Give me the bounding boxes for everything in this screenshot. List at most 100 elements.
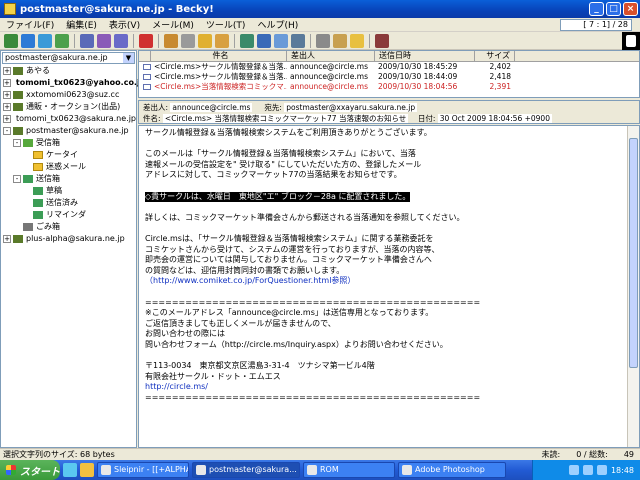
flag-icon[interactable] <box>198 33 212 48</box>
receive-mail-icon[interactable] <box>4 33 18 48</box>
sort-icon[interactable] <box>274 33 288 48</box>
column-header-size[interactable]: サイズ <box>475 51 515 61</box>
print-icon[interactable] <box>316 33 330 48</box>
folder-item[interactable]: + plus-alpha@sakura.ne.jp <box>1 233 136 245</box>
body-line: http://circle.ms/ <box>145 382 633 393</box>
folder-item[interactable]: ケータイ <box>1 149 136 161</box>
clock[interactable]: 18:48 <box>611 466 634 475</box>
collapse-icon[interactable]: - <box>3 127 11 135</box>
menu-bar: ファイル(F) 編集(E) 表示(V) メール(M) ツール(T) ヘルプ(H) [ 7 :… <box>0 18 640 32</box>
folder-item[interactable]: + xxtomomi0623@suz.cc <box>1 89 136 101</box>
folder-item[interactable]: + 通販・オークション(出品) <box>1 101 136 113</box>
to-value[interactable]: postmaster@xxayaru.sakura.ne.jp <box>284 103 418 112</box>
taskbar-task[interactable]: Sleipnir - [[+ALPHA... <box>97 462 189 478</box>
message-row[interactable]: <Circle.ms>当落情報検索コミックマ... announce@circle… <box>139 82 639 92</box>
address-book-icon[interactable] <box>333 33 347 48</box>
menu-item-0[interactable]: ファイル(F) <box>0 18 60 31</box>
menu-item-4[interactable]: ツール(T) <box>200 18 252 31</box>
folder-item[interactable]: + tomomi_tx0623@yahoo.co.jp <box>1 77 145 89</box>
expand-icon[interactable]: + <box>3 115 11 123</box>
quicklaunch-browser-icon[interactable] <box>63 463 77 477</box>
body-text: ご返信頂きましても正しくメールが届きませんので、 <box>145 318 336 328</box>
column-header-subject[interactable]: 件名 <box>151 51 287 61</box>
message-subject: <Circle.ms>当落情報検索コミックマ... <box>154 82 287 91</box>
settings-icon[interactable] <box>375 33 389 48</box>
body-link[interactable]: http://circle.ms/ <box>145 382 208 391</box>
network-icon[interactable] <box>568 465 579 475</box>
compose-icon[interactable] <box>80 33 94 48</box>
folder-item[interactable]: 草稿 <box>1 185 136 197</box>
reply-icon[interactable] <box>97 33 111 48</box>
folder-item[interactable]: - 送信箱 <box>1 173 136 185</box>
message-rows: <Circle.ms>サークル情報登録＆当落... announce@circle… <box>139 62 639 92</box>
ime-icon[interactable] <box>596 465 607 475</box>
taskbar-task[interactable]: ROM <box>303 462 395 478</box>
expand-icon[interactable]: + <box>3 91 11 99</box>
search-icon[interactable] <box>291 33 305 48</box>
check-all-icon[interactable] <box>21 33 35 48</box>
folder-item[interactable]: ごみ箱 <box>1 221 136 233</box>
message-body[interactable]: サークル情報登録＆当落情報検索システムをご利用頂きありがとうございます。 このメー… <box>138 125 640 448</box>
edit-icon[interactable] <box>164 33 178 48</box>
tree-view-icon[interactable] <box>240 33 254 48</box>
folder-sent-icon <box>23 175 33 183</box>
folder-pane: postmaster@sakura.ne.jp ▼ + あやる + tomomi_tx… <box>0 50 145 448</box>
scrollbar-thumb[interactable] <box>629 138 638 368</box>
message-row[interactable]: <Circle.ms>サークル情報登録＆当落... announce@circle… <box>139 62 639 72</box>
folder-item[interactable]: - postmaster@sakura.ne.jp <box>1 125 136 137</box>
send-mail-icon[interactable] <box>38 33 52 48</box>
expand-icon[interactable]: + <box>3 235 11 243</box>
menu-item-2[interactable]: 表示(V) <box>103 18 146 31</box>
expand-icon[interactable]: + <box>3 103 11 111</box>
taskbar-task[interactable]: postmaster@sakura... <box>192 462 300 478</box>
column-header-from[interactable]: 差出人 <box>287 51 375 61</box>
folder-icon[interactable] <box>350 33 364 48</box>
folder-item[interactable]: + tomomi_tx0623@sakura.ne.jp <box>1 113 136 125</box>
expand-icon[interactable]: + <box>3 67 11 75</box>
date-label: 日付: <box>417 114 436 123</box>
body-link[interactable]: （http://www.comiket.co.jp/ForQuestioner.… <box>145 276 355 285</box>
account-select[interactable]: postmaster@sakura.ne.jp ▼ <box>2 52 135 64</box>
taskbar-task[interactable]: Adobe Photoshop <box>398 462 506 478</box>
message-row[interactable]: <Circle.ms>サークル情報登録＆当落... announce@circle… <box>139 72 639 82</box>
filter-icon[interactable] <box>181 33 195 48</box>
forward-icon[interactable] <box>114 33 128 48</box>
folder-item[interactable]: リマインダ <box>1 209 136 221</box>
envelope-icon <box>139 82 151 92</box>
menu-item-5[interactable]: ヘルプ(H) <box>251 18 304 31</box>
quicklaunch-mail-icon[interactable] <box>80 463 94 477</box>
folder-item[interactable]: 送信済み <box>1 197 136 209</box>
body-text: ※このメールアドレス「announce@circle.ms」は送信専用となってお… <box>145 308 434 318</box>
column-header-icon[interactable] <box>139 51 151 61</box>
date-value: 30 Oct 2009 18:04:56 +0900 <box>437 114 552 123</box>
menu-item-1[interactable]: 編集(E) <box>60 18 103 31</box>
message-from: announce@circle.ms <box>290 62 368 71</box>
body-line: ◇貴サークルは、水曜日 東地区"エ" ブロック－28a に配置されました。 <box>145 191 633 203</box>
thread-icon[interactable] <box>257 33 271 48</box>
mailbox-icon[interactable] <box>55 33 69 48</box>
message-size: 2,418 <box>489 72 511 81</box>
message-size: 2,391 <box>489 82 511 91</box>
volume-icon[interactable] <box>582 465 593 475</box>
chevron-down-icon[interactable]: ▼ <box>123 53 134 63</box>
delete-icon[interactable] <box>139 33 153 48</box>
minimize-button[interactable]: _ <box>589 2 604 16</box>
folder-label: ごみ箱 <box>36 222 60 231</box>
folder-item[interactable]: 迷惑メール <box>1 161 136 173</box>
menu-item-3[interactable]: メール(M) <box>146 18 200 31</box>
body-scrollbar[interactable] <box>627 126 639 447</box>
collapse-icon[interactable]: - <box>13 139 21 147</box>
collapse-icon[interactable]: - <box>13 175 21 183</box>
folder-item[interactable]: + あやる <box>1 65 136 77</box>
start-button[interactable]: スタート <box>0 460 60 480</box>
header-line-subject: 件名: <Circle.ms> 当落情報検索コミックマーケット77 当落速報のお… <box>143 113 635 124</box>
message-date: 2009/10/30 18:45:29 <box>378 62 458 71</box>
from-value[interactable]: announce@circle.ms <box>170 103 253 112</box>
pencil-icon[interactable] <box>215 33 229 48</box>
close-button[interactable]: × <box>623 2 638 16</box>
expand-icon[interactable]: + <box>3 79 11 87</box>
folder-item[interactable]: - 受信箱 <box>1 137 136 149</box>
column-header-date[interactable]: 送信日時 <box>375 51 475 61</box>
maximize-button[interactable]: □ <box>606 2 621 16</box>
message-from: announce@circle.ms <box>290 72 368 81</box>
